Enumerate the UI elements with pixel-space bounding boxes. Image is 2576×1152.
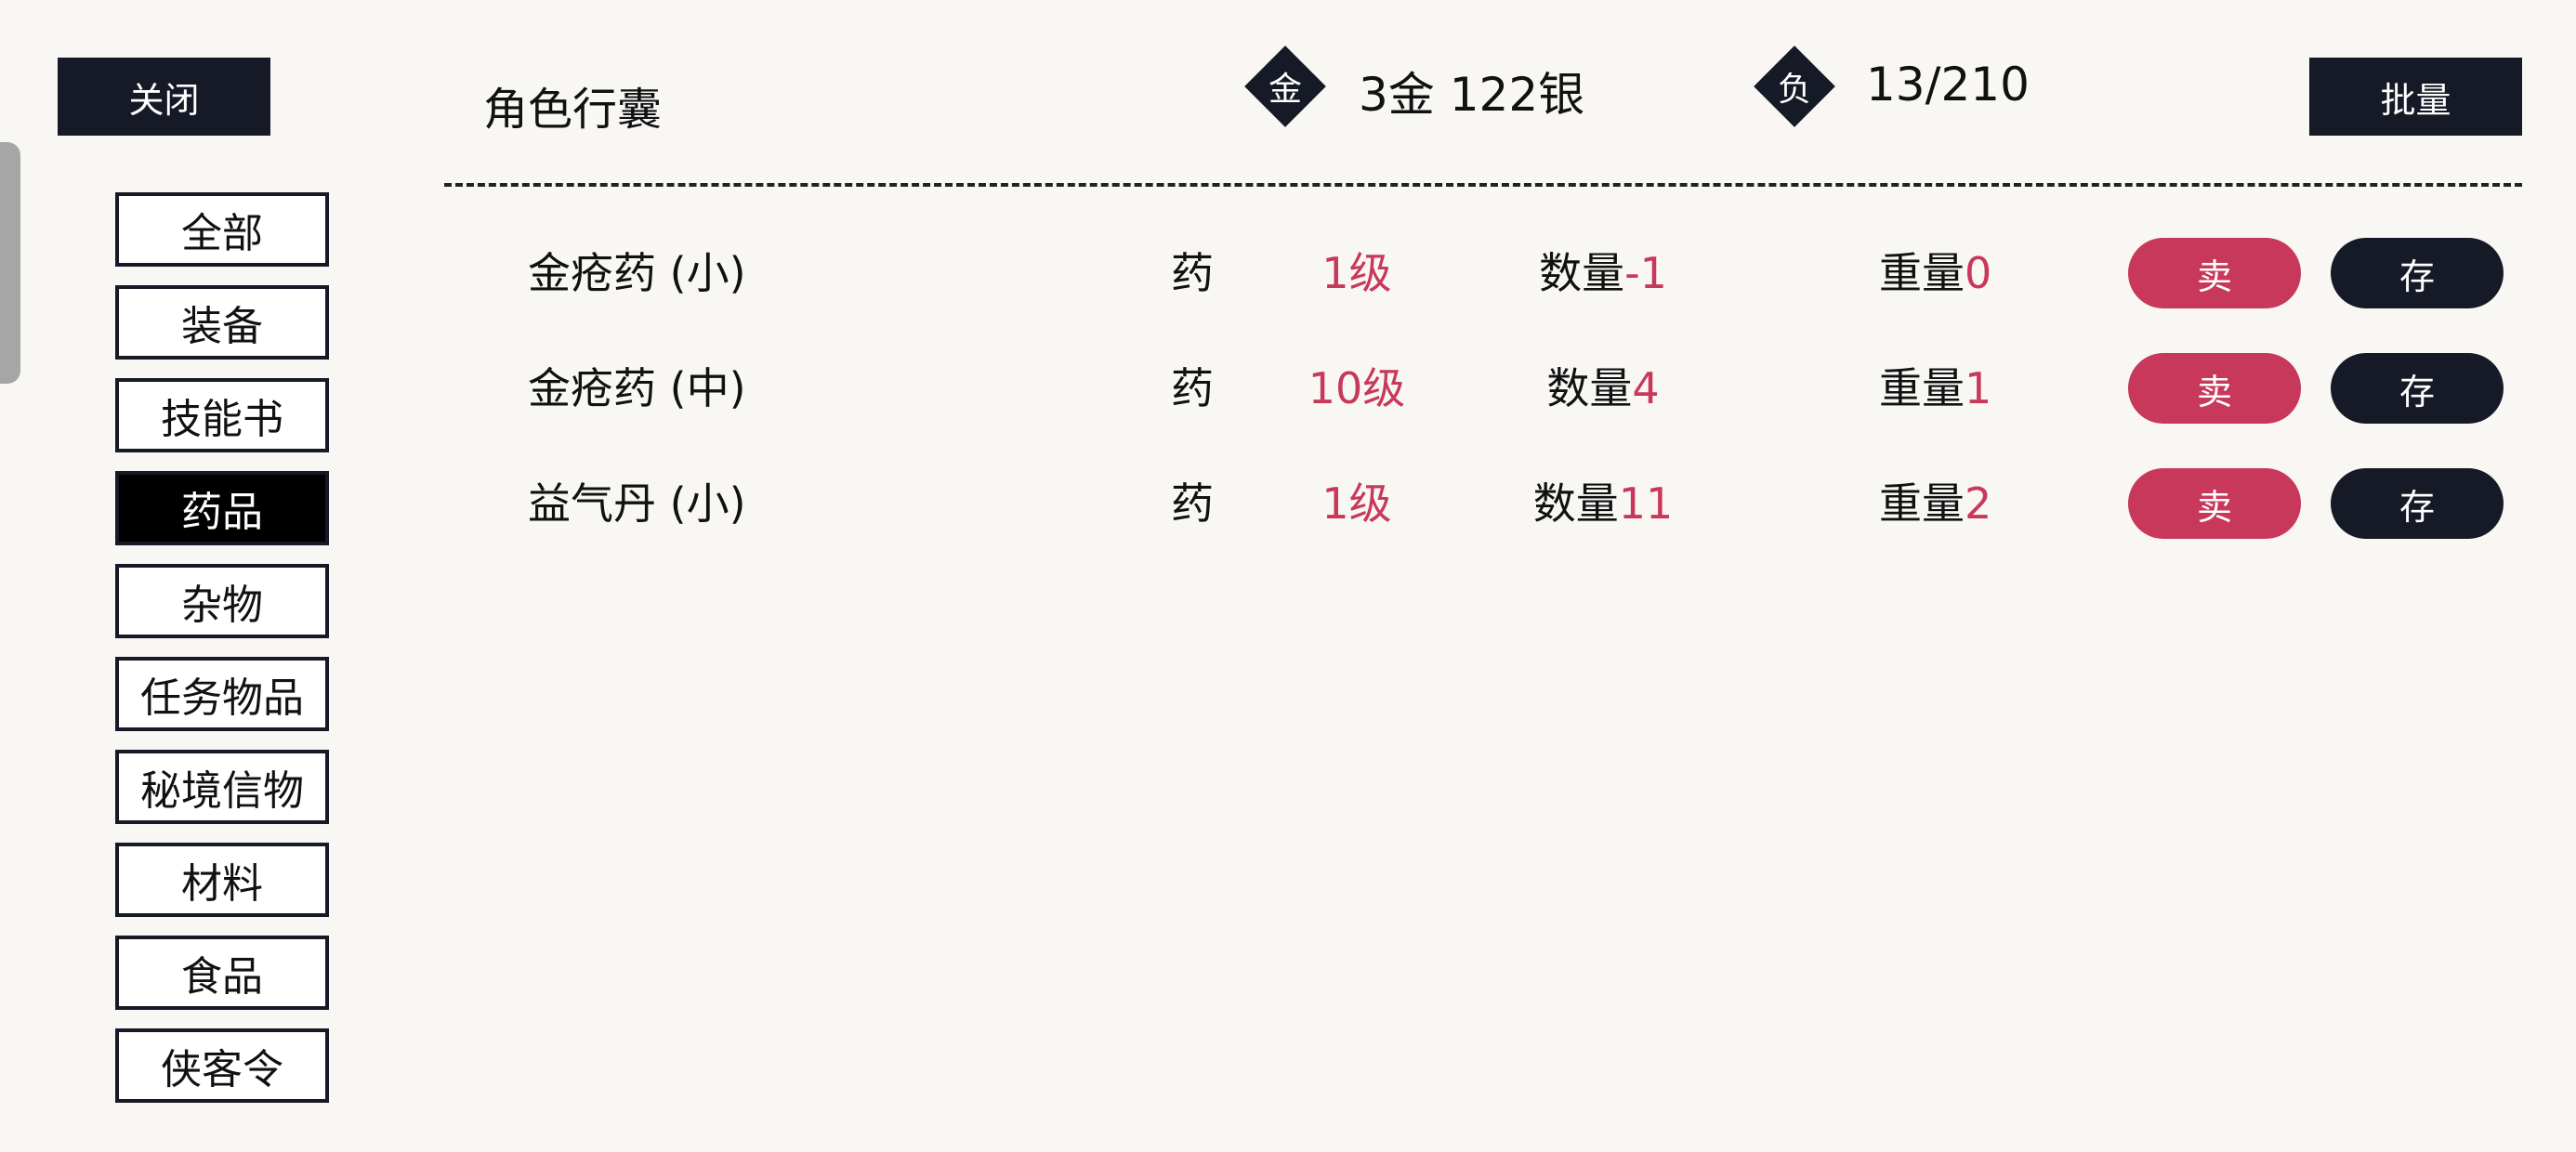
close-button[interactable]: 关闭 xyxy=(58,58,270,136)
item-name: 益气丹 (小) xyxy=(528,478,746,529)
load-icon-label: 负 xyxy=(1777,71,1811,109)
category-materials[interactable]: 材料 xyxy=(115,843,329,917)
category-food[interactable]: 食品 xyxy=(115,936,329,1010)
item-name: 金疮药 (小) xyxy=(528,248,746,298)
item-type: 药 xyxy=(1171,478,1214,529)
weight-value: 0 xyxy=(1965,248,1992,298)
weight-label: 重量 xyxy=(1879,478,1965,529)
sell-button[interactable]: 卖 xyxy=(2128,468,2301,539)
item-row: 金疮药 (中) 药 10级 数量4 重量1 卖 存 xyxy=(0,353,2576,424)
weight-value: 2 xyxy=(1965,478,1992,529)
item-weight: 重量1 xyxy=(1879,353,1991,424)
item-type: 药 xyxy=(1171,363,1214,413)
page-title: 角色行囊 xyxy=(483,84,663,136)
category-list: 全部 装备 技能书 药品 杂物 任务物品 秘境信物 材料 食品 侠客令 xyxy=(115,192,329,1121)
item-type: 药 xyxy=(1171,248,1214,298)
item-row: 益气丹 (小) 药 1级 数量11 重量2 卖 存 xyxy=(0,468,2576,539)
item-quantity: 数量4 xyxy=(1487,353,1719,424)
store-button[interactable]: 存 xyxy=(2331,238,2504,308)
quantity-label: 数量 xyxy=(1546,363,1633,413)
item-weight: 重量0 xyxy=(1879,238,1991,308)
money-value: 3金 122银 xyxy=(1359,68,1585,122)
weight-label: 重量 xyxy=(1879,248,1965,298)
category-secret-tokens[interactable]: 秘境信物 xyxy=(115,750,329,824)
sell-button[interactable]: 卖 xyxy=(2128,353,2301,424)
item-level: 1级 xyxy=(1321,248,1392,298)
item-name: 金疮药 (中) xyxy=(528,363,746,413)
sell-button[interactable]: 卖 xyxy=(2128,238,2301,308)
item-level: 1级 xyxy=(1321,478,1392,529)
item-quantity: 数量-1 xyxy=(1487,238,1719,308)
quantity-label: 数量 xyxy=(1539,248,1625,298)
item-weight: 重量2 xyxy=(1879,468,1991,539)
quantity-value: 11 xyxy=(1618,478,1674,529)
category-quest-items[interactable]: 任务物品 xyxy=(115,657,329,731)
gold-icon-label: 金 xyxy=(1268,71,1302,109)
item-quantity: 数量11 xyxy=(1487,468,1719,539)
quantity-value: 4 xyxy=(1632,363,1660,413)
weight-value: 1 xyxy=(1965,363,1992,413)
store-button[interactable]: 存 xyxy=(2331,353,2504,424)
quantity-label: 数量 xyxy=(1532,478,1619,529)
store-button[interactable]: 存 xyxy=(2331,468,2504,539)
category-hero-tokens[interactable]: 侠客令 xyxy=(115,1028,329,1103)
item-level: 10级 xyxy=(1308,363,1406,413)
quantity-value: -1 xyxy=(1624,248,1667,298)
category-misc[interactable]: 杂物 xyxy=(115,564,329,638)
weight-label: 重量 xyxy=(1879,363,1965,413)
item-row: 金疮药 (小) 药 1级 数量-1 重量0 卖 存 xyxy=(0,238,2576,308)
batch-button[interactable]: 批量 xyxy=(2309,58,2522,136)
header-divider xyxy=(444,183,2522,187)
load-value: 13/210 xyxy=(1866,58,2030,111)
